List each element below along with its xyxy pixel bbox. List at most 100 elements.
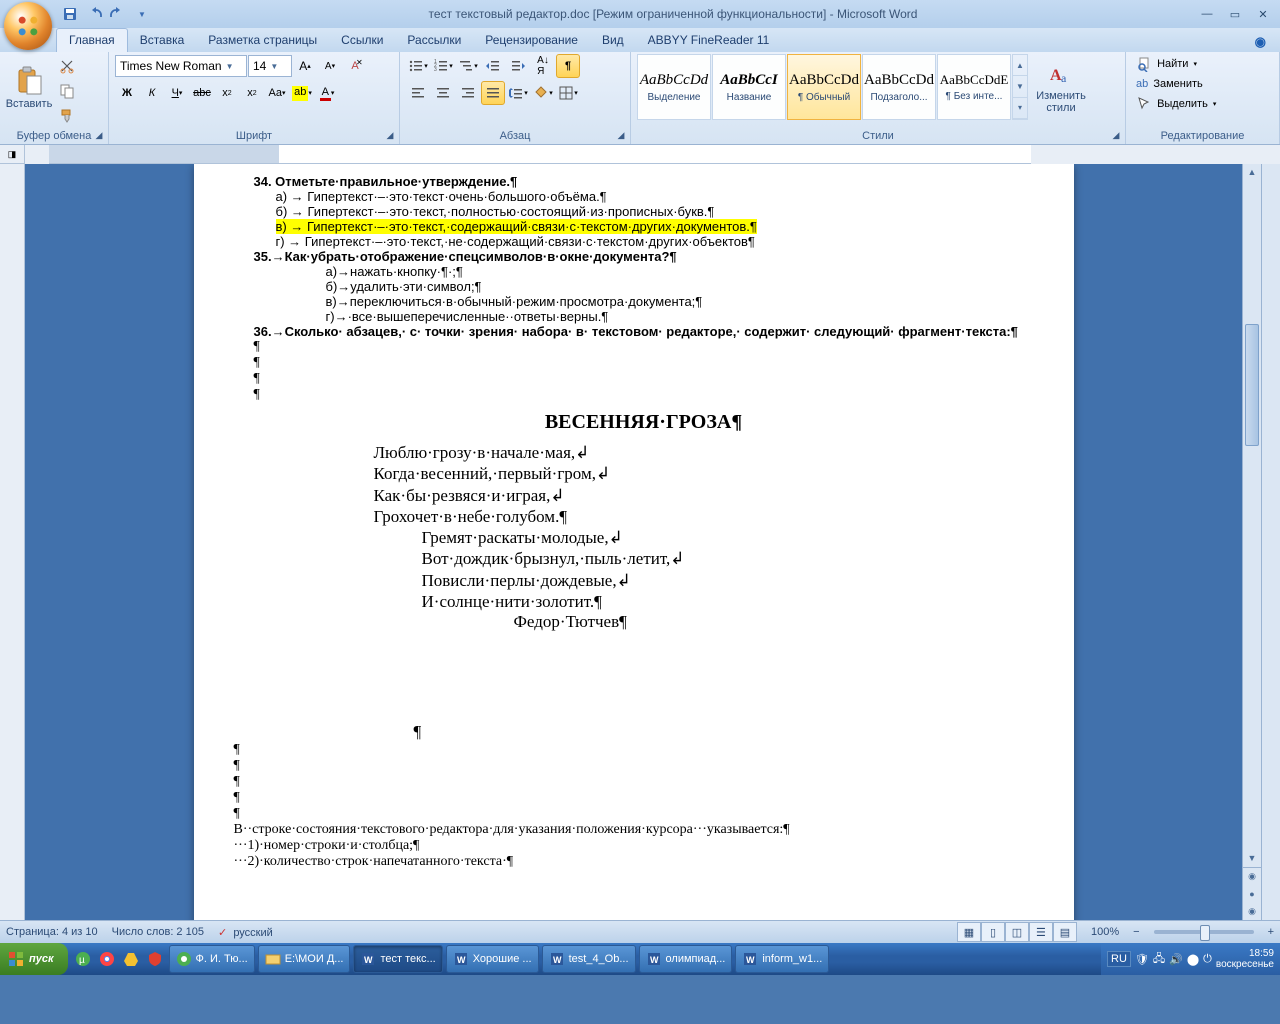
next-page-icon[interactable]: ◉	[1243, 903, 1261, 920]
ql-drive-icon[interactable]	[120, 948, 142, 970]
close-button[interactable]: ✕	[1250, 6, 1276, 22]
style-highlight[interactable]: AaBbCcDdВыделение	[637, 54, 711, 120]
zoom-slider[interactable]	[1154, 930, 1254, 934]
taskbar-item-word-active[interactable]: Wтест текс...	[353, 945, 442, 973]
replace-button[interactable]: ab Заменить	[1132, 76, 1220, 92]
bold-icon[interactable]: Ж	[115, 81, 139, 105]
shrink-font-icon[interactable]: A▾	[318, 54, 342, 78]
italic-icon[interactable]: К	[140, 81, 164, 105]
taskbar-item-word5[interactable]: Winform_w1...	[735, 945, 829, 973]
help-icon[interactable]: ◉	[1249, 32, 1272, 52]
ql-av-icon[interactable]	[144, 948, 166, 970]
vertical-scrollbar[interactable]: ▲ ▼ ◉ ● ◉	[1242, 164, 1261, 920]
scroll-down-icon[interactable]: ▼	[1243, 850, 1261, 866]
minimize-button[interactable]: —	[1194, 6, 1220, 22]
tray-power-icon[interactable]: ⏻	[1203, 953, 1212, 966]
superscript-icon[interactable]: x2	[240, 81, 264, 105]
taskbar-item-explorer[interactable]: E:\МОИ Д...	[258, 945, 351, 973]
view-outline-icon[interactable]: ☰	[1029, 922, 1053, 942]
font-name-combo[interactable]: Times New Roman▼	[115, 55, 247, 77]
styles-gallery[interactable]: AaBbCcDdВыделение AaBbCcIНазвание AaBbCc…	[637, 54, 1028, 120]
font-color-icon[interactable]: A▾	[315, 81, 339, 105]
strikethrough-icon[interactable]: abc	[190, 81, 214, 105]
taskbar-item-chrome[interactable]: Ф. И. Тю...	[169, 945, 255, 973]
taskbar-item-word4[interactable]: Wолимпиад...	[639, 945, 733, 973]
tray-volume-icon[interactable]: 🔊	[1169, 953, 1183, 966]
justify-icon[interactable]	[481, 81, 505, 105]
tray-shield-icon[interactable]: 🛡	[1135, 953, 1149, 966]
office-button[interactable]	[4, 2, 52, 50]
bullets-icon[interactable]: ▾	[406, 54, 430, 78]
select-button[interactable]: Выделить ▾	[1132, 94, 1220, 114]
show-hide-pilcrow-icon[interactable]: ¶	[556, 54, 580, 78]
multilevel-list-icon[interactable]: ▾	[456, 54, 480, 78]
clipboard-launcher-icon[interactable]: ◢	[92, 128, 106, 142]
tab-home[interactable]: Главная	[56, 28, 128, 52]
document-area[interactable]: 34. Отметьте·правильное·утверждение.¶ а)…	[25, 164, 1242, 920]
paste-button[interactable]: Вставить	[6, 54, 52, 122]
tray-network-icon[interactable]: 🖧	[1153, 950, 1165, 969]
clear-formatting-icon[interactable]: A✕	[343, 54, 367, 78]
ruler-corner[interactable]: ◨	[0, 145, 25, 164]
view-web-icon[interactable]: ◫	[1005, 922, 1029, 942]
tab-layout[interactable]: Разметка страницы	[196, 29, 329, 52]
start-button[interactable]: пуск	[0, 943, 68, 975]
view-fullscreen-icon[interactable]: ▯	[981, 922, 1005, 942]
paragraph-launcher-icon[interactable]: ◢	[614, 128, 628, 142]
browse-object-icon[interactable]: ●	[1243, 885, 1261, 902]
tab-abbyy[interactable]: ABBYY FineReader 11	[636, 29, 782, 52]
taskbar-item-word2[interactable]: WХорошие ...	[446, 945, 539, 973]
status-lang[interactable]: ✓ русский	[218, 926, 273, 939]
styles-scroll[interactable]: ▲▼▾	[1012, 54, 1028, 120]
sort-icon[interactable]: А↓Я	[531, 54, 555, 78]
zoom-out-icon[interactable]: −	[1133, 926, 1139, 938]
save-icon[interactable]	[60, 4, 80, 24]
redo-icon[interactable]	[108, 4, 128, 24]
align-center-icon[interactable]	[431, 81, 455, 105]
font-launcher-icon[interactable]: ◢	[383, 128, 397, 142]
shading-icon[interactable]: ▾	[531, 81, 555, 105]
numbering-icon[interactable]: 123▾	[431, 54, 455, 78]
tray-clock[interactable]: 18:59 воскресенье	[1216, 948, 1274, 970]
undo-icon[interactable]	[84, 4, 104, 24]
tab-insert[interactable]: Вставка	[128, 29, 197, 52]
taskbar-item-word3[interactable]: Wtest_4_Ob...	[542, 945, 636, 973]
view-draft-icon[interactable]: ▤	[1053, 922, 1077, 942]
format-painter-icon[interactable]	[55, 104, 79, 128]
tab-review[interactable]: Рецензирование	[473, 29, 590, 52]
tab-references[interactable]: Ссылки	[329, 29, 395, 52]
grow-font-icon[interactable]: A▴	[293, 54, 317, 78]
cut-icon[interactable]	[55, 54, 79, 78]
view-print-layout-icon[interactable]: ▦	[957, 922, 981, 942]
tab-view[interactable]: Вид	[590, 29, 636, 52]
maximize-button[interactable]: ▭	[1222, 6, 1248, 22]
subscript-icon[interactable]: x2	[215, 81, 239, 105]
qat-customize-icon[interactable]: ▼	[132, 4, 152, 24]
prev-page-icon[interactable]: ◉	[1243, 868, 1261, 885]
horizontal-ruler[interactable]	[49, 145, 1031, 164]
change-case-icon[interactable]: Aa▾	[265, 81, 289, 105]
change-styles-button[interactable]: Aa Изменить стили	[1031, 54, 1091, 122]
scroll-up-icon[interactable]: ▲	[1243, 164, 1261, 180]
style-subtitle[interactable]: AaBbCcDdПодзаголо...	[862, 54, 936, 120]
status-page[interactable]: Страница: 4 из 10	[6, 926, 98, 938]
tray-av-icon[interactable]: ⬤	[1187, 953, 1199, 966]
borders-icon[interactable]: ▾	[556, 81, 580, 105]
align-left-icon[interactable]	[406, 81, 430, 105]
scroll-thumb[interactable]	[1245, 324, 1259, 446]
font-size-combo[interactable]: 14▼	[248, 55, 292, 77]
zoom-in-icon[interactable]: +	[1268, 926, 1274, 938]
align-right-icon[interactable]	[456, 81, 480, 105]
zoom-level[interactable]: 100%	[1091, 926, 1119, 938]
decrease-indent-icon[interactable]	[481, 54, 505, 78]
copy-icon[interactable]	[55, 79, 79, 103]
vertical-ruler[interactable]	[0, 164, 25, 920]
styles-launcher-icon[interactable]: ◢	[1109, 128, 1123, 142]
increase-indent-icon[interactable]	[506, 54, 530, 78]
tab-mailings[interactable]: Рассылки	[395, 29, 473, 52]
tray-lang[interactable]: RU	[1107, 951, 1131, 967]
underline-icon[interactable]: Ч▾	[165, 81, 189, 105]
highlight-icon[interactable]: ab▾	[290, 81, 314, 105]
ql-chrome-icon[interactable]	[96, 948, 118, 970]
find-button[interactable]: Найти ▾	[1132, 54, 1220, 74]
